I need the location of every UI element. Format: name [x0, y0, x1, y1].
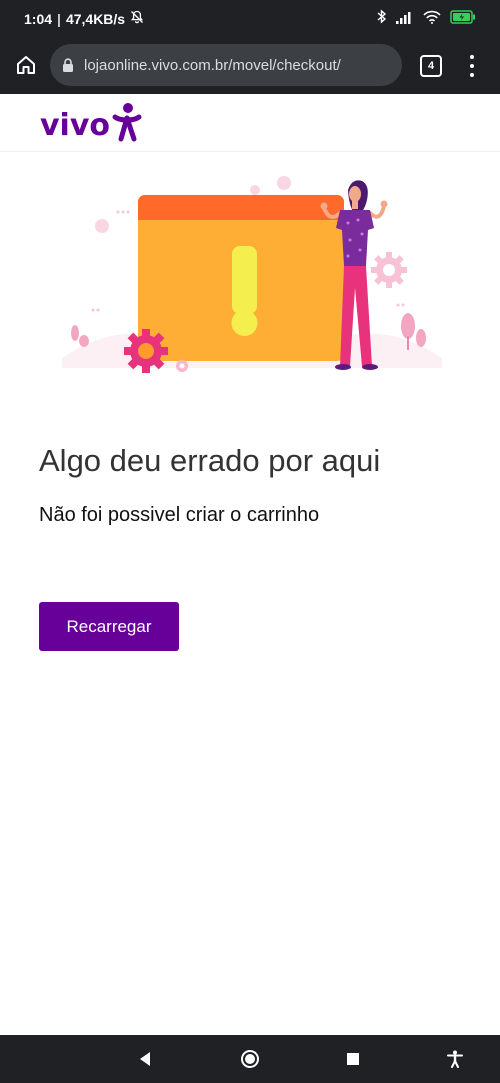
battery-charging-icon: [450, 9, 476, 29]
home-icon[interactable]: [12, 51, 40, 79]
address-bar[interactable]: lojaonline.vivo.com.br/movel/checkout/: [50, 44, 402, 86]
status-left: 1:04 | 47,4KB/s: [24, 10, 144, 27]
status-separator: |: [57, 10, 61, 27]
reload-button[interactable]: Recarregar: [39, 602, 179, 651]
browser-toolbar: lojaonline.vivo.com.br/movel/checkout/ 4: [0, 36, 500, 94]
navigation-bar: [0, 1035, 500, 1083]
vivo-logo[interactable]: vivo: [40, 102, 142, 147]
wifi-icon: [423, 10, 441, 29]
tab-count: 4: [427, 60, 435, 72]
error-message: Não foi possivel criar o carrinho: [39, 504, 320, 526]
error-window-illustration: [62, 168, 442, 380]
bell-off-icon: [130, 10, 144, 27]
recents-icon[interactable]: [341, 1047, 365, 1071]
status-bar: 1:04 | 47,4KB/s: [0, 0, 500, 36]
status-time: 1:04: [24, 10, 53, 27]
tab-switcher-button[interactable]: 4: [420, 55, 442, 77]
status-right: [377, 9, 476, 29]
more-vert-icon[interactable]: [462, 55, 482, 77]
back-icon[interactable]: [133, 1047, 157, 1071]
url-text: lojaonline.vivo.com.br/movel/checkout/: [84, 56, 341, 74]
lock-icon: [62, 57, 76, 73]
accessibility-icon[interactable]: [443, 1047, 467, 1071]
bluetooth-icon: [377, 9, 387, 29]
site-header: vivo: [0, 94, 500, 152]
page-title: Algo deu errado por aqui: [39, 443, 381, 478]
vivo-person-icon: [112, 102, 142, 147]
logo-text: vivo: [40, 108, 111, 143]
network-speed: 47,4KB/s: [65, 10, 126, 27]
signal-icon: [396, 10, 414, 29]
home-circle-icon[interactable]: [238, 1047, 262, 1071]
